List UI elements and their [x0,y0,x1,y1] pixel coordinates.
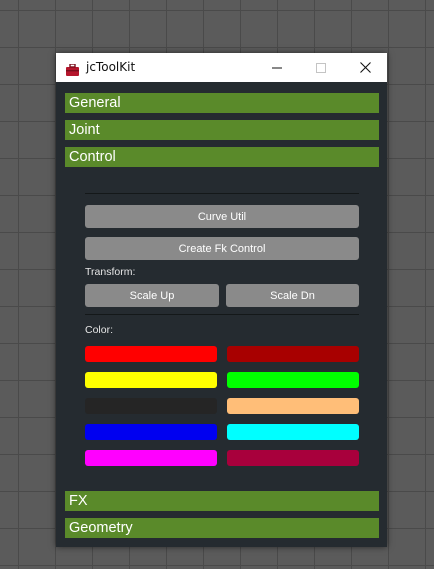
section-geometry-header[interactable]: Geometry [65,518,379,538]
color-swatch-green[interactable] [227,372,359,388]
color-swatch-black[interactable] [85,398,217,414]
color-swatch-orange[interactable] [227,398,359,414]
color-swatch-magenta[interactable] [85,450,217,466]
control-top-divider [85,193,359,194]
close-icon [359,62,371,73]
close-button[interactable] [343,53,387,82]
scale-up-button[interactable]: Scale Up [85,284,219,307]
minimize-icon [272,67,282,68]
window-title: jcToolKit [86,60,136,74]
section-general-header[interactable]: General [65,93,379,113]
transform-label: Transform: [85,266,136,278]
color-label: Color: [85,324,114,336]
minimize-button[interactable] [255,53,299,82]
color-swatch-red[interactable] [85,346,217,362]
control-middle-divider [85,314,359,315]
section-control-header[interactable]: Control [65,147,379,167]
color-swatch-cyan[interactable] [227,424,359,440]
section-joint-header[interactable]: Joint [65,120,379,140]
toolbox-icon [66,61,79,76]
color-swatch-dark-red[interactable] [227,346,359,362]
jctoolkit-window: jcToolKit General Joint Control Curve Ut… [56,53,387,547]
maximize-button[interactable] [299,53,343,82]
title-bar[interactable]: jcToolKit [56,53,387,82]
create-fk-control-button[interactable]: Create Fk Control [85,237,359,260]
scale-dn-button[interactable]: Scale Dn [226,284,359,307]
color-swatch-blue[interactable] [85,424,217,440]
curve-util-button[interactable]: Curve Util [85,205,359,228]
section-fx-header[interactable]: FX [65,491,379,511]
color-swatch-yellow[interactable] [85,372,217,388]
maximize-icon [316,62,326,73]
color-swatch-maroon[interactable] [227,450,359,466]
